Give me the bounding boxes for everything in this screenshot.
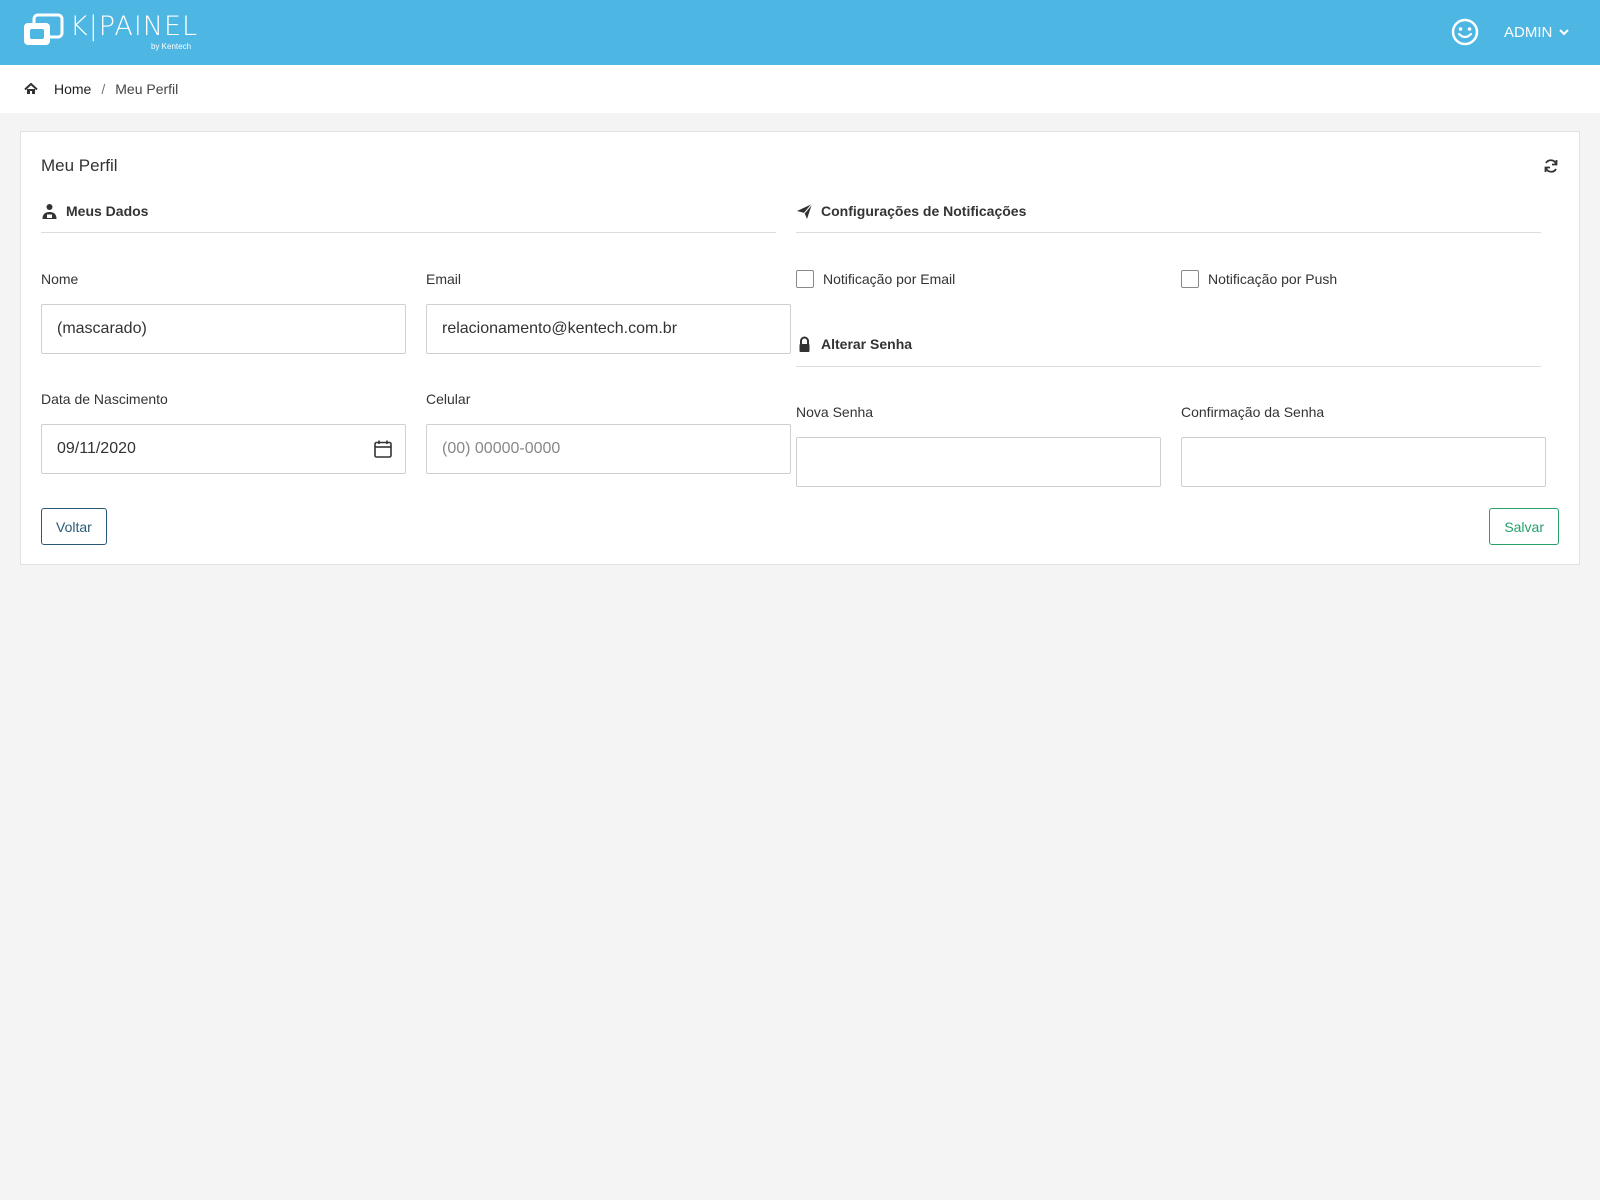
notif-email-label: Notificação por Email [823,271,956,287]
back-button[interactable]: Voltar [41,508,107,545]
celular-input[interactable] [426,424,791,474]
save-button[interactable]: Salvar [1489,508,1559,545]
breadcrumb-home-link[interactable]: Home [54,81,91,97]
nascimento-input[interactable] [41,424,406,474]
page-title: Meu Perfil [41,156,118,175]
email-label: Email [426,271,462,287]
section-alterar-senha: Alterar Senha [796,333,912,355]
breadcrumb-bar: Home / Meu Perfil [0,65,1600,113]
notif-push-option[interactable]: Notificação por Push [1181,269,1337,289]
nome-input[interactable] [41,304,406,354]
nascimento-label: Data de Nascimento [41,391,168,407]
confirmacao-senha-label: Confirmação da Senha [1181,404,1325,420]
user-menu-label: ADMIN [1504,23,1553,41]
logo-subtitle: by Kentech [151,42,192,51]
section-notificacoes-label: Configurações de Notificações [821,203,1027,219]
email-input[interactable] [426,304,791,354]
section-notificacoes: Configurações de Notificações [796,200,1026,222]
breadcrumb: Home / Meu Perfil [24,79,178,99]
section-meus-dados: Meus Dados [41,200,148,222]
chat-bubbles-icon [24,13,64,45]
breadcrumb-separator: / [101,81,106,97]
nova-senha-label: Nova Senha [796,404,874,420]
confirmacao-senha-input[interactable] [1181,437,1546,487]
app-logo[interactable]: K|PAINEL by Kentech [22,11,197,53]
celular-label: Celular [426,391,471,407]
smiley-avatar-icon[interactable] [1450,17,1480,47]
calendar-icon[interactable] [373,439,393,459]
lock-icon [799,336,810,352]
refresh-icon[interactable] [1543,158,1559,174]
home-icon[interactable] [24,82,38,96]
notif-email-option[interactable]: Notificação por Email [796,269,955,289]
profile-card: Meu Perfil Meus Dados Nome Email Data de… [20,131,1580,565]
section-alterar-senha-label: Alterar Senha [821,336,913,352]
notif-push-checkbox[interactable] [1181,270,1199,288]
section-meus-dados-label: Meus Dados [66,203,149,219]
divider-alterar-senha [796,366,1541,367]
nome-label: Nome [41,271,79,287]
user-menu-dropdown[interactable]: ADMIN [1504,21,1570,43]
breadcrumb-current: Meu Perfil [115,81,179,97]
divider-meus-dados [41,232,776,233]
top-navbar: K|PAINEL by Kentech ADMIN [0,0,1600,65]
chevron-down-icon [1559,29,1570,36]
notif-push-label: Notificação por Push [1208,271,1338,287]
paper-plane-icon [797,203,813,219]
divider-notificacoes [796,232,1541,233]
notif-email-checkbox[interactable] [796,270,814,288]
nova-senha-input[interactable] [796,437,1161,487]
user-shield-icon [42,203,57,219]
logo-text: K|PAINEL [70,11,199,42]
